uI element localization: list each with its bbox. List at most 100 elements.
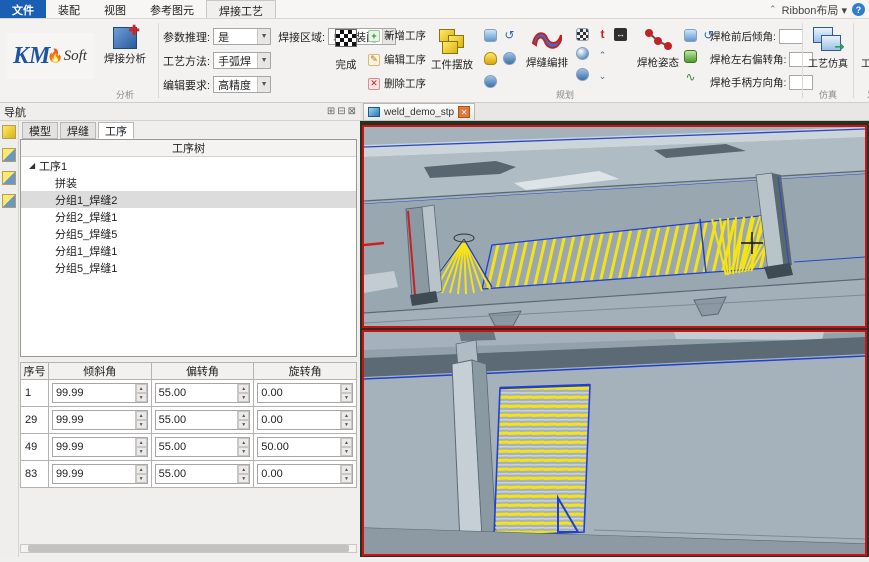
ribbon-layout-dropdown[interactable]: Ribbon布局 ▾ (782, 2, 847, 18)
row-index: 29 (21, 407, 49, 434)
viewport-top[interactable] (362, 125, 867, 328)
spinner-arrows-icon[interactable]: ▲▼ (237, 384, 249, 402)
tree-expander-icon[interactable]: ◢ (29, 161, 39, 170)
spinner-arrows-icon[interactable]: ▲▼ (237, 465, 249, 483)
tree-item[interactable]: 分组5_焊缝5 (21, 225, 356, 242)
table-row: 83 99.99▲▼ 55.00▲▼ 0.00▲▼ (21, 461, 357, 488)
chevron-up-icon[interactable]: ⌃ (596, 49, 609, 62)
deflection-angle-spinner[interactable]: 55.00▲▼ (155, 410, 251, 430)
nav-tab-seam[interactable]: 焊缝 (60, 122, 96, 139)
seam-wave-icon (530, 27, 564, 53)
viewport-bottom[interactable] (362, 330, 867, 556)
rotation-angle-spinner[interactable]: 0.00▲▼ (257, 383, 353, 403)
row-index: 83 (21, 461, 49, 488)
spinner-arrows-icon[interactable]: ▲▼ (135, 384, 147, 402)
tree-item[interactable]: 分组5_焊缝1 (21, 259, 356, 276)
torch-fore-aft-angle-input[interactable] (779, 29, 803, 44)
workpiece-placement-button[interactable]: 工件摆放 (426, 27, 478, 72)
tilt-angle-spinner[interactable]: 99.99▲▼ (52, 464, 148, 484)
deflection-angle-spinner[interactable]: 55.00▲▼ (155, 464, 251, 484)
torch-pose-button[interactable]: 焊枪姿态 (636, 27, 680, 70)
add-process-button[interactable]: +新增工序 (368, 28, 426, 43)
leaf-icon[interactable] (684, 50, 697, 63)
assembly-icon[interactable] (2, 171, 16, 185)
close-panel-icon[interactable]: ⊠ (348, 106, 356, 117)
capture-view-icon[interactable] (684, 29, 697, 42)
scrollbar-thumb[interactable] (28, 545, 350, 552)
nav-tab-model[interactable]: 模型 (22, 122, 58, 139)
document-tab[interactable]: weld_demo_stp ✕ (363, 103, 475, 120)
cylinder-icon[interactable] (576, 68, 589, 81)
tilt-angle-spinner[interactable]: 99.99▲▼ (52, 383, 148, 403)
rotation-angle-spinner[interactable]: 0.00▲▼ (257, 464, 353, 484)
part-icon[interactable] (2, 125, 16, 139)
assembly-icon[interactable] (2, 194, 16, 208)
collapse-ribbon-icon[interactable]: ⌃ (769, 4, 777, 15)
row-index: 49 (21, 434, 49, 461)
spinner-arrows-icon[interactable]: ▲▼ (237, 411, 249, 429)
pin-icon[interactable]: ⊟ (337, 106, 345, 117)
menu-tab-view[interactable]: 视图 (92, 0, 138, 18)
col-header-deflection: 偏转角 (151, 363, 254, 380)
menu-tab-file[interactable]: 文件 (0, 0, 46, 18)
capture-view-icon[interactable] (484, 29, 497, 42)
rotation-angle-spinner[interactable]: 50.00▲▼ (257, 437, 353, 457)
tilt-angle-spinner[interactable]: 99.99▲▼ (52, 410, 148, 430)
weld-analysis-button[interactable]: 焊接分析 (96, 27, 154, 66)
marker-icon[interactable]: t (596, 28, 609, 41)
seam-arrange-button[interactable]: 焊缝编排 (524, 27, 570, 70)
close-tab-icon[interactable]: ✕ (458, 106, 470, 118)
pattern-icon[interactable] (576, 28, 589, 41)
spinner-arrows-icon[interactable]: ▲▼ (135, 438, 147, 456)
deflection-angle-spinner[interactable]: 55.00▲▼ (155, 437, 251, 457)
torch-molecule-icon (643, 27, 673, 53)
assembly-icon[interactable] (2, 148, 16, 162)
edit-process-button[interactable]: ✎编辑工序 (368, 52, 426, 67)
menu-tab-assembly[interactable]: 装配 (46, 0, 92, 18)
finish-button[interactable]: 完成 (330, 29, 362, 72)
spinner-arrows-icon[interactable]: ▲▼ (340, 465, 352, 483)
process-method-field: 工艺方法: 手弧焊▼ (163, 52, 271, 69)
menu-tab-reference[interactable]: 参考图元 (138, 0, 206, 18)
add-icon: + (368, 30, 380, 42)
nav-tab-process[interactable]: 工序 (98, 122, 134, 139)
deflection-angle-spinner[interactable]: 55.00▲▼ (155, 383, 251, 403)
tilt-angle-spinner[interactable]: 99.99▲▼ (52, 437, 148, 457)
spinner-arrows-icon[interactable]: ▲▼ (340, 384, 352, 402)
logo-soft: Soft (64, 48, 87, 65)
spinner-arrows-icon[interactable]: ▲▼ (340, 438, 352, 456)
dock-icon[interactable]: ⊞ (327, 106, 335, 117)
tree-item-selected[interactable]: 分组1_焊缝2 (21, 191, 356, 208)
sphere-icon[interactable] (576, 47, 589, 60)
tree-item[interactable]: 分组1_焊缝1 (21, 242, 356, 259)
rotation-angle-spinner[interactable]: 0.00▲▼ (257, 410, 353, 430)
tree-root-process1[interactable]: ◢ 工序1 (21, 157, 356, 174)
app-logo: KM 🔥 Soft (6, 33, 94, 79)
chevron-down-icon[interactable]: ⌄ (596, 70, 609, 83)
workpiece-boxes-icon (437, 27, 467, 55)
menu-bar: 文件 装配 视图 参考图元 焊接工艺 ⌃ Ribbon布局 ▾ ? (0, 0, 869, 19)
cylinder-icon[interactable] (484, 75, 497, 88)
nav-panel-header: 导航 ⊞ ⊟ ⊠ (0, 103, 360, 121)
cone-icon[interactable] (484, 52, 497, 65)
spinner-arrows-icon[interactable]: ▲▼ (135, 411, 147, 429)
spinner-arrows-icon[interactable]: ▲▼ (237, 438, 249, 456)
path-curve-icon[interactable]: ∿ (684, 71, 697, 84)
menu-tab-weld-process[interactable]: 焊接工艺 (206, 0, 276, 18)
process-card-output-button[interactable]: 工艺卡片输出 (856, 27, 869, 70)
horizontal-arrow-icon[interactable]: ↔ (614, 28, 627, 41)
ribbon-separator (853, 23, 854, 98)
torch-fore-aft-angle-field: 焊枪前后倾角: (710, 29, 803, 44)
edit-requirement-dropdown[interactable]: 高精度▼ (213, 76, 271, 93)
tree-item[interactable]: 拼装 (21, 174, 356, 191)
param-inference-dropdown[interactable]: 是▼ (213, 28, 271, 45)
cylinder-icon[interactable] (503, 52, 516, 65)
process-simulation-button[interactable]: 工艺仿真 (805, 27, 851, 70)
rotate-icon[interactable]: ↺ (503, 29, 516, 42)
spinner-arrows-icon[interactable]: ▲▼ (340, 411, 352, 429)
process-method-dropdown[interactable]: 手弧焊▼ (213, 52, 271, 69)
tree-item[interactable]: 分组2_焊缝1 (21, 208, 356, 225)
horizontal-scrollbar[interactable] (20, 544, 357, 553)
help-icon[interactable]: ? (852, 3, 865, 16)
spinner-arrows-icon[interactable]: ▲▼ (135, 465, 147, 483)
